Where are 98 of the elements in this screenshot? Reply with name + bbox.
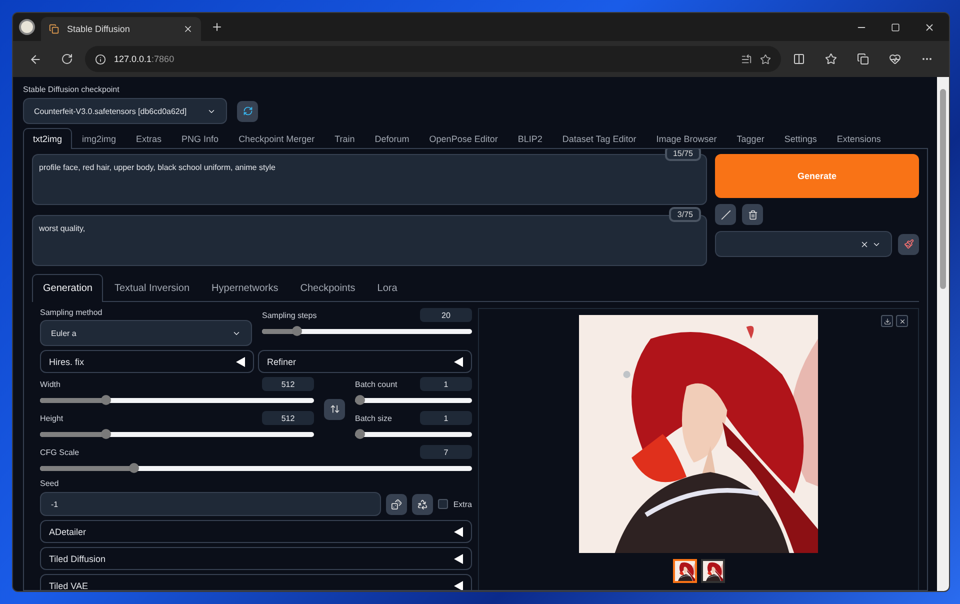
thumbnail[interactable] bbox=[700, 559, 724, 583]
token-counter: 15/75 bbox=[664, 149, 701, 161]
heart-icon bbox=[889, 53, 901, 65]
trash-icon bbox=[748, 210, 758, 220]
number-field[interactable]: 512 bbox=[262, 377, 314, 391]
number-field[interactable]: 20 bbox=[420, 308, 472, 322]
field-label: Batch size bbox=[355, 414, 392, 422]
tab[interactable]: Extensions bbox=[826, 128, 891, 149]
tab-title: Stable Diffusion bbox=[67, 24, 131, 34]
tab[interactable]: PNG Info bbox=[172, 128, 229, 149]
slider[interactable] bbox=[262, 326, 472, 336]
plus-icon bbox=[211, 21, 223, 33]
favorite-star-icon[interactable] bbox=[760, 54, 771, 64]
number-field[interactable]: 512 bbox=[262, 411, 314, 425]
close-icon bbox=[898, 318, 906, 324]
slider-thumb[interactable] bbox=[292, 326, 302, 336]
slider[interactable] bbox=[40, 463, 472, 473]
slider[interactable] bbox=[40, 395, 314, 405]
clear-icon[interactable] bbox=[860, 240, 869, 248]
url-port: :7860 bbox=[152, 54, 174, 64]
slider-thumb[interactable] bbox=[100, 429, 111, 439]
slider[interactable] bbox=[355, 395, 472, 405]
accordion-header[interactable]: Refiner bbox=[258, 350, 472, 373]
field-label: Batch count bbox=[355, 380, 398, 388]
trash-button[interactable] bbox=[742, 204, 763, 225]
number-field[interactable]: 1 bbox=[420, 411, 472, 425]
dice-button[interactable] bbox=[386, 494, 408, 514]
collections-icon bbox=[857, 53, 869, 65]
accordion-header[interactable]: Tiled Diffusion bbox=[40, 547, 472, 570]
tab[interactable]: Tagger bbox=[726, 128, 774, 149]
tab[interactable]: Checkpoint Merger bbox=[228, 128, 325, 149]
tab[interactable]: Extras bbox=[126, 128, 172, 149]
field-label: Sampling steps bbox=[262, 310, 317, 320]
refresh-icon bbox=[242, 106, 252, 116]
checkbox-label: Extra bbox=[453, 500, 472, 508]
tab[interactable]: OpenPose Editor bbox=[419, 128, 508, 149]
url-host: 127.0.0.1 bbox=[114, 54, 152, 64]
reload-icon bbox=[61, 53, 73, 65]
accordion-header[interactable]: ADetailer bbox=[40, 520, 472, 543]
slider[interactable] bbox=[40, 429, 314, 439]
checkpoint-dropdown[interactable]: Counterfeit-V3.0.safetensors [db6cd0a62d] bbox=[23, 98, 227, 124]
field-label: Sampling method bbox=[40, 308, 104, 317]
slider-thumb[interactable] bbox=[128, 463, 139, 473]
close-icon bbox=[924, 22, 934, 32]
tab[interactable]: Dataset Tag Editor bbox=[552, 128, 646, 149]
tab[interactable]: txt2img bbox=[23, 128, 72, 149]
browser-tab[interactable]: Stable Diffusion bbox=[41, 17, 201, 41]
field-label: Seed bbox=[40, 479, 60, 488]
recycle-button[interactable] bbox=[412, 494, 434, 514]
slider[interactable] bbox=[355, 429, 472, 439]
field-label: CFG Scale bbox=[40, 448, 80, 456]
slider-thumb[interactable] bbox=[355, 395, 365, 405]
token-counter: 3/75 bbox=[669, 207, 701, 222]
download-button[interactable] bbox=[881, 315, 893, 327]
recycle-icon bbox=[417, 498, 428, 510]
scrollbar[interactable] bbox=[937, 77, 949, 591]
browser-profile-icon[interactable] bbox=[19, 19, 35, 35]
checkbox[interactable] bbox=[438, 499, 448, 509]
seed-field[interactable]: -1 bbox=[40, 492, 382, 516]
star-icon bbox=[825, 53, 837, 65]
tab[interactable]: BLIP2 bbox=[508, 128, 552, 149]
tab[interactable]: Lora bbox=[366, 274, 408, 302]
tab[interactable]: Train bbox=[324, 128, 365, 149]
slider-thumb[interactable] bbox=[355, 429, 365, 439]
tab[interactable]: Checkpoints bbox=[289, 274, 366, 302]
tab[interactable]: Hypernetworks bbox=[200, 274, 290, 302]
close-button[interactable] bbox=[896, 315, 908, 327]
tab[interactable]: Textual Inversion bbox=[103, 274, 201, 302]
brush-icon bbox=[904, 239, 914, 249]
tab[interactable]: Settings bbox=[774, 128, 827, 149]
number-field[interactable]: 1 bbox=[420, 377, 472, 391]
swap-button[interactable] bbox=[324, 398, 345, 420]
field-label: Height bbox=[40, 414, 64, 422]
address-bar[interactable]: 127.0.0.1:7860 bbox=[85, 46, 781, 72]
slider-thumb[interactable] bbox=[100, 395, 111, 405]
close-icon[interactable] bbox=[183, 24, 193, 34]
back-icon bbox=[28, 52, 42, 66]
field-label: Width bbox=[40, 380, 60, 388]
split-screen-icon bbox=[793, 53, 805, 65]
number-field[interactable]: 7 bbox=[420, 445, 472, 459]
tab[interactable]: Generation bbox=[32, 274, 104, 302]
download-icon bbox=[884, 318, 890, 324]
brush-button[interactable] bbox=[898, 234, 919, 254]
pencil-button[interactable] bbox=[715, 204, 736, 225]
swap-icon bbox=[330, 404, 340, 414]
tab[interactable]: Image Browser bbox=[646, 128, 727, 149]
tab-favicon bbox=[49, 24, 59, 34]
dice-icon bbox=[391, 498, 402, 510]
refresh-button[interactable] bbox=[237, 100, 258, 122]
maximize-icon bbox=[890, 22, 900, 32]
sampling-method-dropdown[interactable]: Euler a bbox=[40, 320, 252, 346]
accordion-header[interactable]: Hires. fix bbox=[40, 350, 254, 373]
field-label: Stable Diffusion checkpoint bbox=[23, 85, 120, 94]
tab[interactable]: img2img bbox=[72, 128, 126, 149]
tab[interactable]: Deforum bbox=[364, 128, 420, 149]
info-icon bbox=[95, 54, 106, 64]
accordion-header[interactable]: Tiled VAE bbox=[40, 574, 472, 590]
thumbnail[interactable] bbox=[672, 559, 696, 583]
